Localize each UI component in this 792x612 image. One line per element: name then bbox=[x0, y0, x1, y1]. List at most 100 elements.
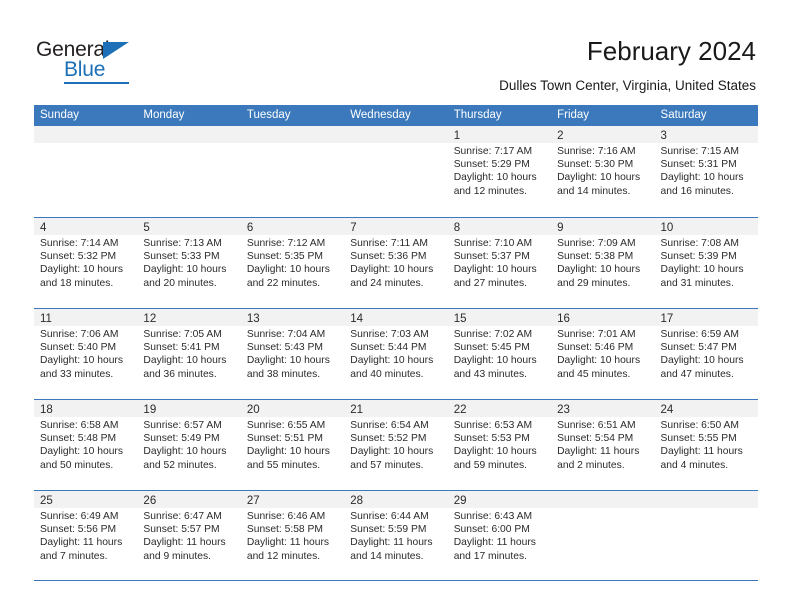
day-cell-28[interactable]: 28 Sunrise: 6:44 AM Sunset: 5:59 PM Dayligh… bbox=[344, 491, 448, 580]
day-detail-line: and 33 minutes. bbox=[40, 368, 114, 380]
day-number: 10 bbox=[660, 222, 674, 234]
day-cell-18[interactable]: 18 Sunrise: 6:58 AM Sunset: 5:48 PM Dayligh… bbox=[34, 400, 138, 490]
day-details: Sunrise: 7:09 AM Sunset: 5:38 PM Daylight:… bbox=[551, 235, 654, 290]
day-detail-line: Daylight: 11 hours bbox=[557, 446, 640, 458]
week-row: 1 Sunrise: 7:17 AM Sunset: 5:29 PM Daylight… bbox=[34, 126, 758, 217]
day-cell-19[interactable]: 19 Sunrise: 6:57 AM Sunset: 5:49 PM Dayligh… bbox=[137, 400, 241, 490]
day-detail-line: Sunrise: 6:50 AM bbox=[660, 420, 739, 431]
day-cell-6[interactable]: 6 Sunrise: 7:12 AM Sunset: 5:35 PM Daylight… bbox=[240, 218, 345, 308]
day-details: Sunrise: 6:53 AM Sunset: 5:53 PM Daylight:… bbox=[448, 417, 551, 472]
day-cell-empty bbox=[344, 126, 448, 217]
logo-triangle-icon bbox=[103, 42, 129, 59]
day-cell-11[interactable]: 11 Sunrise: 7:06 AM Sunset: 5:40 PM Dayligh… bbox=[34, 309, 138, 399]
day-cell-2[interactable]: 2 Sunrise: 7:16 AM Sunset: 5:30 PM Daylight… bbox=[551, 126, 655, 217]
day-detail-line: Sunset: 5:58 PM bbox=[246, 524, 323, 536]
day-detail-line: Daylight: 10 hours bbox=[453, 264, 537, 276]
weekday-header-friday: Friday bbox=[557, 109, 590, 121]
day-details: Sunrise: 7:13 AM Sunset: 5:33 PM Daylight:… bbox=[137, 235, 240, 290]
weekday-header-row: Sunday Monday Tuesday Wednesday Thursday Frid… bbox=[34, 105, 758, 126]
day-number: 26 bbox=[143, 495, 157, 507]
day-number-band: 21 bbox=[344, 400, 448, 417]
day-detail-line: Daylight: 10 hours bbox=[350, 355, 434, 367]
day-cell-12[interactable]: 12 Sunrise: 7:05 AM Sunset: 5:41 PM Dayligh… bbox=[137, 309, 241, 399]
day-detail-line: Sunrise: 6:47 AM bbox=[143, 511, 222, 522]
day-detail-line: and 59 minutes. bbox=[453, 459, 527, 471]
day-cell-21[interactable]: 21 Sunrise: 6:54 AM Sunset: 5:52 PM Dayligh… bbox=[344, 400, 448, 490]
day-cell-25[interactable]: 25 Sunrise: 6:49 AM Sunset: 5:56 PM Dayligh… bbox=[34, 491, 138, 580]
day-number: 1 bbox=[453, 130, 461, 142]
day-detail-line: Sunrise: 6:57 AM bbox=[143, 420, 222, 431]
day-cell-16[interactable]: 16 Sunrise: 7:01 AM Sunset: 5:46 PM Dayligh… bbox=[551, 309, 655, 399]
day-detail-line: Daylight: 11 hours bbox=[246, 537, 330, 549]
day-cell-7[interactable]: 7 Sunrise: 7:11 AM Sunset: 5:36 PM Daylight… bbox=[344, 218, 448, 308]
day-cell-14[interactable]: 14 Sunrise: 7:03 AM Sunset: 5:44 PM Dayligh… bbox=[344, 309, 448, 399]
day-detail-line: Daylight: 10 hours bbox=[246, 446, 330, 458]
day-detail-line: and 57 minutes. bbox=[350, 459, 424, 471]
day-detail-line: Sunrise: 6:54 AM bbox=[350, 420, 429, 431]
day-cell-3[interactable]: 3 Sunrise: 7:15 AM Sunset: 5:31 PM Daylight… bbox=[654, 126, 758, 217]
day-detail-line: and 2 minutes. bbox=[557, 459, 625, 471]
day-cell-empty bbox=[240, 126, 345, 217]
day-details bbox=[344, 143, 447, 145]
day-detail-line: and 20 minutes. bbox=[143, 277, 217, 289]
day-number-band: 7 bbox=[344, 218, 448, 235]
day-cell-27[interactable]: 27 Sunrise: 6:46 AM Sunset: 5:58 PM Dayligh… bbox=[240, 491, 345, 580]
day-details: Sunrise: 7:15 AM Sunset: 5:31 PM Daylight:… bbox=[655, 143, 758, 198]
day-number: 5 bbox=[143, 222, 150, 234]
day-cell-22[interactable]: 22 Sunrise: 6:53 AM Sunset: 5:53 PM Dayligh… bbox=[447, 400, 552, 490]
day-details: Sunrise: 7:10 AM Sunset: 5:37 PM Daylight:… bbox=[448, 235, 551, 290]
day-cell-17[interactable]: 17 Sunrise: 6:59 AM Sunset: 5:47 PM Dayligh… bbox=[654, 309, 758, 399]
day-details: Sunrise: 7:16 AM Sunset: 5:30 PM Daylight:… bbox=[551, 143, 654, 198]
day-detail-line: Sunrise: 7:13 AM bbox=[143, 238, 222, 249]
day-details bbox=[34, 143, 137, 145]
day-detail-line: Daylight: 11 hours bbox=[40, 537, 123, 549]
day-cell-empty bbox=[654, 491, 758, 580]
day-detail-line: Sunset: 5:51 PM bbox=[246, 433, 323, 445]
day-number: 21 bbox=[350, 404, 364, 416]
weekday-header-monday: Monday bbox=[143, 109, 185, 121]
day-number: 23 bbox=[557, 404, 570, 416]
day-cell-5[interactable]: 5 Sunrise: 7:13 AM Sunset: 5:33 PM Daylight… bbox=[137, 218, 241, 308]
day-details: Sunrise: 6:50 AM Sunset: 5:55 PM Daylight:… bbox=[655, 417, 758, 472]
calendar-weeks: 1 Sunrise: 7:17 AM Sunset: 5:29 PM Daylight… bbox=[34, 126, 758, 581]
day-detail-line: and 14 minutes. bbox=[350, 550, 424, 562]
day-details: Sunrise: 6:55 AM Sunset: 5:51 PM Daylight:… bbox=[241, 417, 344, 472]
day-number-band: 27 bbox=[240, 491, 345, 508]
day-detail-line: and 36 minutes. bbox=[143, 368, 217, 380]
day-number: 8 bbox=[453, 222, 461, 234]
day-cell-1[interactable]: 1 Sunrise: 7:17 AM Sunset: 5:29 PM Daylight… bbox=[447, 126, 552, 217]
day-number: 15 bbox=[453, 313, 467, 325]
day-cell-24[interactable]: 24 Sunrise: 6:50 AM Sunset: 5:55 PM Dayligh… bbox=[654, 400, 758, 490]
day-cell-4[interactable]: 4 Sunrise: 7:14 AM Sunset: 5:32 PM Daylight… bbox=[34, 218, 138, 308]
day-detail-line: Sunrise: 7:11 AM bbox=[350, 238, 428, 249]
day-cell-20[interactable]: 20 Sunrise: 6:55 AM Sunset: 5:51 PM Dayligh… bbox=[240, 400, 345, 490]
day-detail-line: and 12 minutes. bbox=[453, 185, 527, 197]
day-details: Sunrise: 6:51 AM Sunset: 5:54 PM Daylight:… bbox=[551, 417, 654, 472]
day-detail-line: and 29 minutes. bbox=[557, 277, 631, 289]
day-cell-15[interactable]: 15 Sunrise: 7:02 AM Sunset: 5:45 PM Dayligh… bbox=[447, 309, 552, 399]
day-number-band: 22 bbox=[447, 400, 552, 417]
day-cell-29[interactable]: 29 Sunrise: 6:43 AM Sunset: 6:00 PM Dayligh… bbox=[447, 491, 552, 580]
day-detail-line: Sunset: 5:29 PM bbox=[453, 159, 530, 171]
day-detail-line: Sunset: 5:41 PM bbox=[143, 342, 220, 354]
day-cell-23[interactable]: 23 Sunrise: 6:51 AM Sunset: 5:54 PM Dayligh… bbox=[551, 400, 655, 490]
day-cell-empty bbox=[137, 126, 241, 217]
day-detail-line: Sunset: 5:35 PM bbox=[246, 251, 323, 263]
day-cell-8[interactable]: 8 Sunrise: 7:10 AM Sunset: 5:37 PM Daylight… bbox=[447, 218, 552, 308]
day-cell-10[interactable]: 10 Sunrise: 7:08 AM Sunset: 5:39 PM Dayligh… bbox=[654, 218, 758, 308]
day-cell-9[interactable]: 9 Sunrise: 7:09 AM Sunset: 5:38 PM Daylight… bbox=[551, 218, 655, 308]
day-detail-line: and 12 minutes. bbox=[246, 550, 321, 562]
day-detail-line: and 55 minutes. bbox=[246, 459, 321, 471]
day-number: 11 bbox=[40, 313, 52, 325]
day-cell-13[interactable]: 13 Sunrise: 7:04 AM Sunset: 5:43 PM Dayligh… bbox=[240, 309, 345, 399]
day-detail-line: Sunrise: 7:05 AM bbox=[143, 329, 222, 340]
day-detail-line: Sunrise: 7:10 AM bbox=[453, 238, 533, 249]
day-detail-line: Sunrise: 6:43 AM bbox=[453, 511, 533, 522]
day-details: Sunrise: 6:43 AM Sunset: 6:00 PM Daylight:… bbox=[448, 508, 551, 563]
day-cell-26[interactable]: 26 Sunrise: 6:47 AM Sunset: 5:57 PM Dayligh… bbox=[137, 491, 241, 580]
day-detail-line: Sunrise: 6:44 AM bbox=[350, 511, 429, 522]
day-number: 7 bbox=[350, 222, 357, 234]
day-detail-line: Sunset: 5:56 PM bbox=[40, 524, 117, 536]
day-detail-line: Daylight: 10 hours bbox=[350, 264, 434, 276]
day-number-band: 5 bbox=[137, 218, 241, 235]
